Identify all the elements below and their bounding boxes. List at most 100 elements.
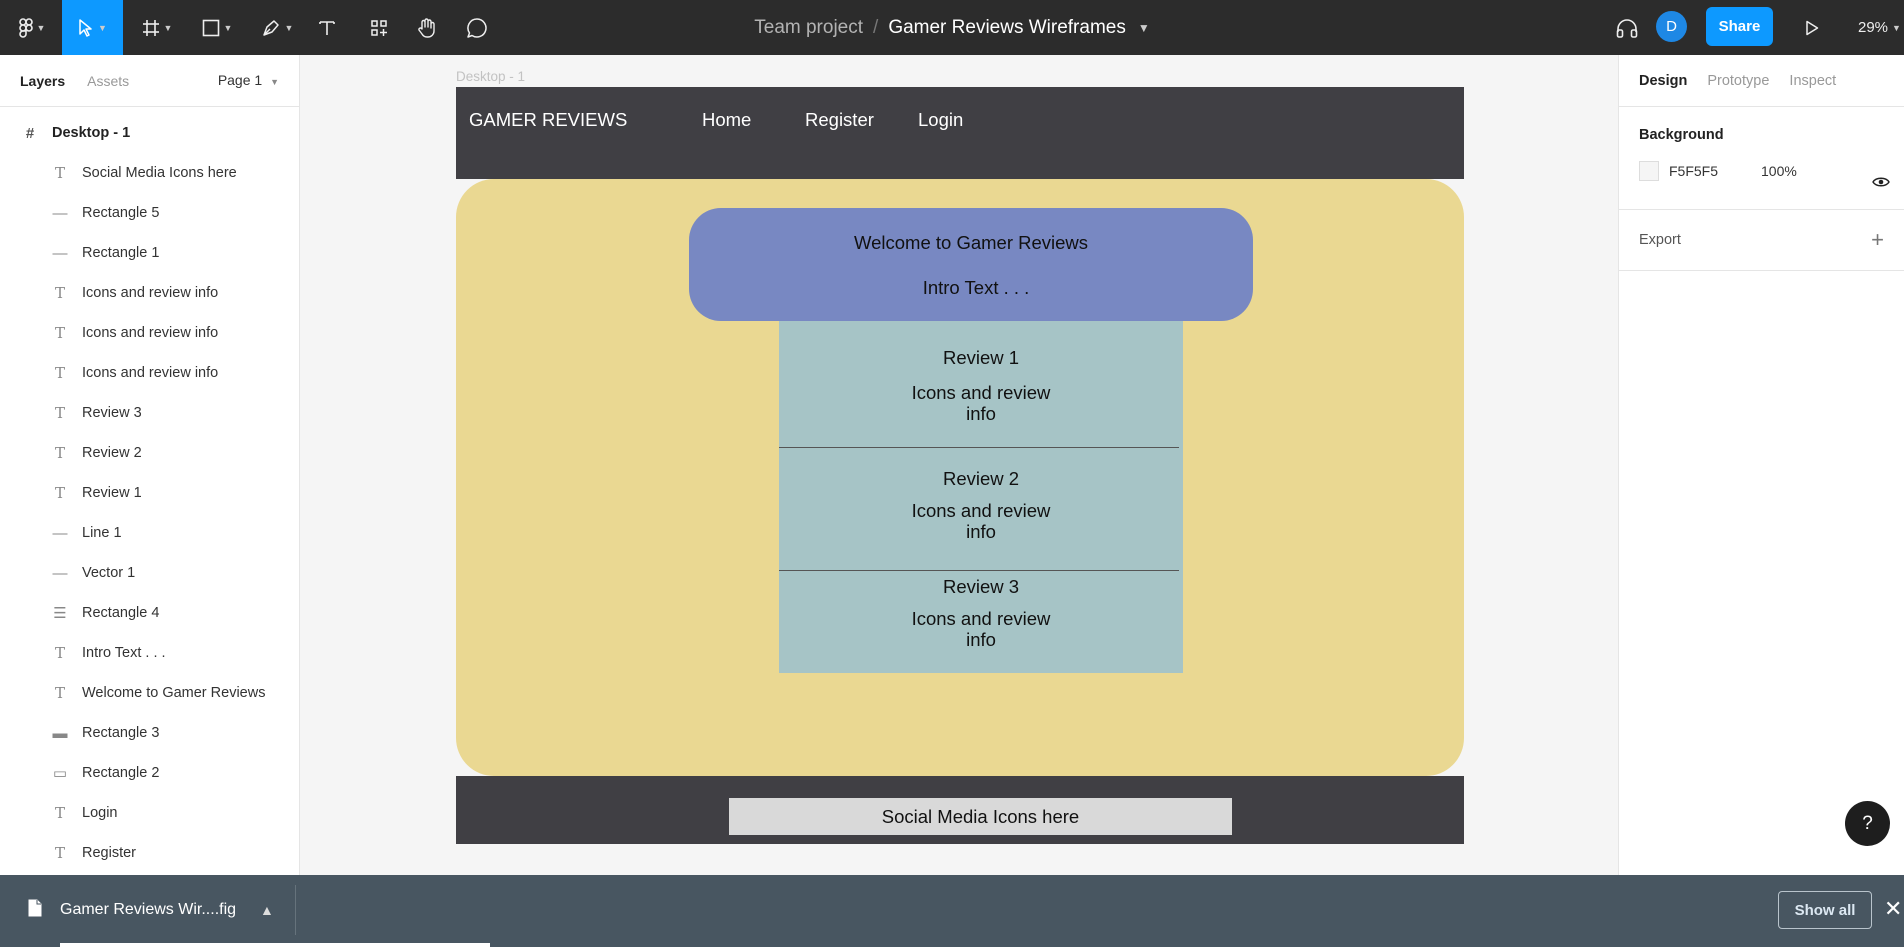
- layer-row[interactable]: T Icons and review info: [0, 353, 299, 393]
- layer-row[interactable]: T Review 2: [0, 433, 299, 473]
- chevron-down-icon: ▼: [284, 22, 294, 33]
- tab-prototype[interactable]: Prototype: [1707, 73, 1769, 89]
- review-divider-line[interactable]: [779, 570, 1179, 571]
- plus-icon[interactable]: +: [1871, 227, 1884, 253]
- comment-tool-button[interactable]: [462, 0, 492, 55]
- tab-assets[interactable]: Assets: [87, 73, 129, 89]
- text-tool-button[interactable]: [314, 0, 340, 55]
- zoom-menu[interactable]: 29% ▼: [1858, 0, 1901, 55]
- background-opacity-input[interactable]: 100%: [1761, 163, 1797, 179]
- share-button[interactable]: Share: [1706, 7, 1773, 46]
- review-info[interactable]: Icons and review info: [901, 500, 1061, 542]
- background-hex-input[interactable]: F5F5F5: [1669, 163, 1761, 179]
- wireframe-brand[interactable]: GAMER REVIEWS: [469, 109, 627, 131]
- layer-row[interactable]: T Social Media Icons here: [0, 153, 299, 193]
- layer-frame-desktop-1[interactable]: # Desktop - 1: [0, 113, 299, 153]
- chevron-down-icon[interactable]: ▼: [1138, 21, 1150, 35]
- review-divider-line[interactable]: [779, 447, 1179, 448]
- wireframe-nav-home[interactable]: Home: [702, 109, 751, 131]
- close-icon[interactable]: ✕: [1884, 897, 1902, 921]
- layer-label: Line 1: [82, 525, 122, 541]
- tab-layers[interactable]: Layers: [20, 73, 65, 89]
- layer-label: Intro Text . . .: [82, 645, 166, 661]
- layer-row[interactable]: T Review 1: [0, 473, 299, 513]
- layer-label: Desktop - 1: [52, 125, 131, 141]
- background-section: Background F5F5F5 100%: [1619, 107, 1904, 210]
- hand-tool-button[interactable]: [412, 0, 442, 55]
- file-icon: [28, 899, 42, 922]
- review-title[interactable]: Review 2: [779, 468, 1183, 490]
- wireframe-social-icons[interactable]: Social Media Icons here: [729, 798, 1232, 835]
- file-name[interactable]: Gamer Reviews Wireframes: [888, 17, 1126, 39]
- tab-design[interactable]: Design: [1639, 73, 1687, 89]
- layer-label: Welcome to Gamer Reviews: [82, 685, 266, 701]
- layer-row[interactable]: — Rectangle 1: [0, 233, 299, 273]
- wireframe-review[interactable]: Review 1 Icons and review info: [779, 347, 1183, 424]
- layer-row[interactable]: ☰ Rectangle 4: [0, 593, 299, 633]
- wireframe-welcome-box[interactable]: Welcome to Gamer Reviews Intro Text . . …: [689, 208, 1253, 321]
- background-fill-row: F5F5F5 100%: [1639, 161, 1884, 181]
- layer-row[interactable]: T Icons and review info: [0, 313, 299, 353]
- eye-icon[interactable]: [1872, 175, 1890, 193]
- review-title[interactable]: Review 1: [779, 347, 1183, 369]
- pen-tool-button[interactable]: ▼: [254, 0, 300, 55]
- avatar[interactable]: D: [1656, 11, 1687, 42]
- wireframe-review[interactable]: Review 2 Icons and review info: [779, 468, 1183, 542]
- layer-row[interactable]: ▬ Rectangle 3: [0, 713, 299, 753]
- layer-label: Review 1: [82, 485, 142, 501]
- main-menu-button[interactable]: ▼: [10, 0, 54, 55]
- chevron-up-icon[interactable]: ▲: [260, 902, 274, 918]
- frame-label[interactable]: Desktop - 1: [456, 69, 525, 84]
- text-icon: T: [54, 804, 65, 822]
- page-selector[interactable]: Page 1 ▼: [218, 72, 279, 88]
- layer-row[interactable]: T Review 3: [0, 393, 299, 433]
- wireframe-intro-text[interactable]: Intro Text . . .: [689, 277, 1253, 299]
- frame-tool-button[interactable]: ▼: [134, 0, 180, 55]
- wireframe-nav-login[interactable]: Login: [918, 109, 963, 131]
- toolbar: ▼ ▼ ▼ ▼ ▼ Team project / Gamer Reviews W…: [0, 0, 1904, 55]
- layer-row[interactable]: — Line 1: [0, 513, 299, 553]
- background-color-swatch[interactable]: [1639, 161, 1659, 181]
- download-item[interactable]: Gamer Reviews Wir....fig ▲: [0, 875, 295, 945]
- layer-label: Rectangle 4: [82, 605, 160, 621]
- layer-row[interactable]: T Login: [0, 793, 299, 833]
- present-button[interactable]: [1800, 0, 1824, 55]
- line-icon: —: [52, 564, 68, 582]
- headphones-icon: [1615, 17, 1639, 39]
- layer-row[interactable]: ▭ Rectangle 2: [0, 753, 299, 793]
- shape-tool-button[interactable]: ▼: [194, 0, 240, 55]
- review-info[interactable]: Icons and review info: [901, 608, 1061, 650]
- layer-label: Review 2: [82, 445, 142, 461]
- team-breadcrumb[interactable]: Team project: [754, 17, 863, 39]
- help-button[interactable]: ?: [1845, 801, 1890, 846]
- wireframe-footer[interactable]: Social Media Icons here: [456, 776, 1464, 844]
- show-all-button[interactable]: Show all: [1778, 891, 1872, 929]
- layer-row[interactable]: T Icons and review info: [0, 273, 299, 313]
- move-tool-button[interactable]: ▼: [62, 0, 123, 55]
- wireframe-welcome-title[interactable]: Welcome to Gamer Reviews: [689, 232, 1253, 254]
- frame-icon: [142, 19, 160, 37]
- wireframe-header[interactable]: GAMER REVIEWS Home Register Login: [456, 87, 1464, 179]
- design-panel: Design Prototype Inspect Background F5F5…: [1618, 55, 1904, 875]
- tab-inspect[interactable]: Inspect: [1789, 73, 1836, 89]
- line-icon: —: [52, 204, 68, 222]
- review-title[interactable]: Review 3: [779, 576, 1183, 598]
- wireframe-nav-register[interactable]: Register: [805, 109, 874, 131]
- wireframe-frame[interactable]: GAMER REVIEWS Home Register Login Welcom…: [456, 87, 1464, 844]
- pen-icon: [261, 18, 281, 38]
- layer-row[interactable]: T Welcome to Gamer Reviews: [0, 673, 299, 713]
- layer-row[interactable]: T Register: [0, 833, 299, 873]
- layer-label: Rectangle 3: [82, 725, 160, 741]
- wireframe-reviews-box[interactable]: Review 1 Icons and review info Review 2 …: [779, 321, 1183, 673]
- audio-button[interactable]: [1612, 0, 1642, 55]
- text-icon: T: [54, 444, 65, 462]
- layer-row[interactable]: — Rectangle 5: [0, 193, 299, 233]
- layer-row[interactable]: — Vector 1: [0, 553, 299, 593]
- layer-label: Login: [82, 805, 118, 821]
- components-icon: [369, 18, 389, 38]
- review-info[interactable]: Icons and review info: [901, 382, 1061, 424]
- layer-row[interactable]: T Intro Text . . .: [0, 633, 299, 673]
- wireframe-review[interactable]: Review 3 Icons and review info: [779, 576, 1183, 650]
- divider: [295, 885, 296, 935]
- resources-button[interactable]: [364, 0, 394, 55]
